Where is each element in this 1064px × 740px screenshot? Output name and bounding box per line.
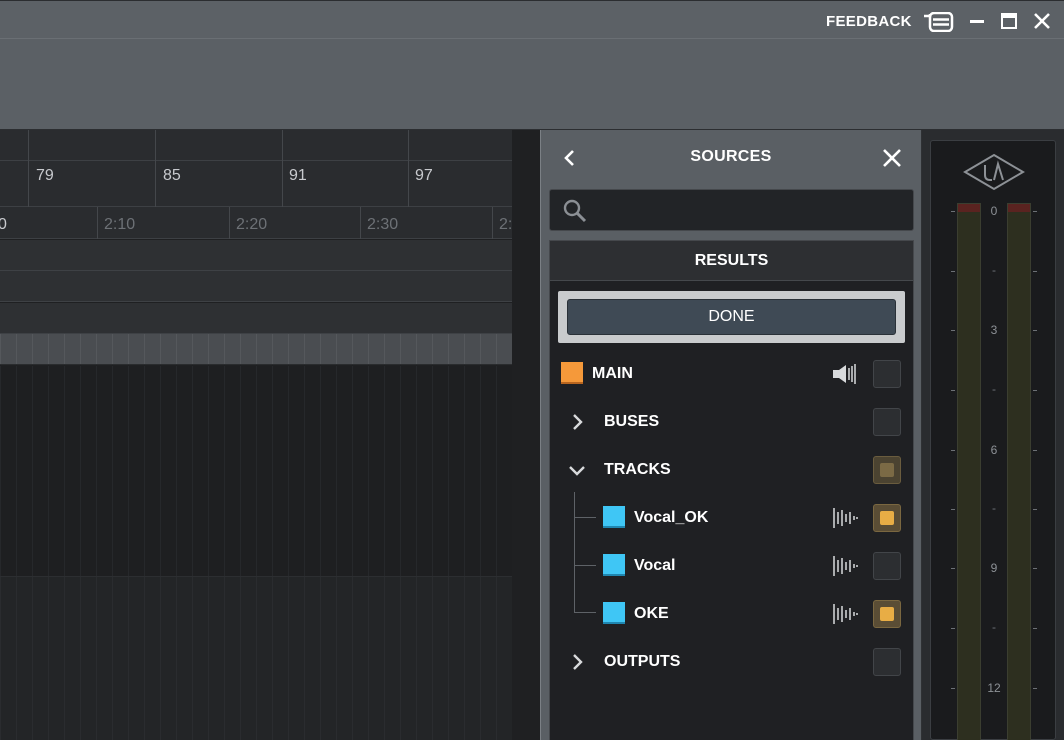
track-checkbox[interactable]	[873, 504, 901, 532]
time-label: 2:20	[236, 216, 268, 233]
ua-logo-icon	[963, 153, 1025, 191]
source-row-outputs[interactable]: OUTPUTS	[550, 638, 913, 686]
done-button[interactable]: DONE	[567, 299, 896, 335]
ruler-bars[interactable]	[0, 161, 512, 207]
meter-channel-left	[957, 203, 981, 740]
search-icon	[563, 199, 587, 223]
chevron-right-icon[interactable]	[568, 652, 586, 672]
meter-scale-label: 9	[990, 561, 998, 575]
waveform-icon	[833, 556, 858, 576]
results-header: RESULTS	[550, 241, 913, 281]
level-meter: 0 3 6 9 12 - - - -	[930, 140, 1056, 740]
source-label: MAIN	[592, 365, 633, 382]
speaker-icon	[833, 364, 856, 384]
panel-title: SOURCES	[690, 148, 772, 165]
maximize-icon[interactable]	[998, 10, 1020, 32]
meter-scale-label: 6	[990, 443, 998, 457]
source-row-buses[interactable]: BUSES	[550, 398, 913, 446]
source-label: OUTPUTS	[604, 653, 681, 670]
minimize-icon[interactable]	[966, 10, 988, 32]
source-label: TRACKS	[604, 461, 671, 478]
track-checkbox[interactable]	[873, 552, 901, 580]
track-label: Vocal	[634, 557, 676, 574]
outputs-checkbox[interactable]	[873, 648, 901, 676]
buses-checkbox[interactable]	[873, 408, 901, 436]
close-window-icon[interactable]	[1031, 10, 1053, 32]
track-row[interactable]: OKE	[550, 590, 913, 638]
chevron-right-icon[interactable]	[568, 412, 586, 432]
grid-lane[interactable]	[0, 334, 512, 365]
search-box	[549, 189, 914, 231]
track-checkbox[interactable]	[873, 600, 901, 628]
track-label: OKE	[634, 605, 669, 622]
feedback-link[interactable]: FEEDBACK	[826, 13, 912, 30]
track-label: Vocal_OK	[634, 509, 709, 526]
bar-number: 97	[415, 167, 433, 184]
app-window: FEEDBACK 79 85 91 97 0 2:10 2:20 2:30 2:…	[0, 0, 1064, 740]
feedback-icon[interactable]	[922, 12, 954, 32]
source-label: BUSES	[604, 413, 660, 430]
toolbar	[0, 38, 1064, 130]
track-row[interactable]: Vocal_OK	[550, 494, 913, 542]
bar-number: 91	[289, 167, 307, 184]
waveform-icon	[833, 604, 858, 624]
time-label: 2:10	[104, 216, 136, 233]
color-swatch	[603, 554, 625, 576]
close-icon[interactable]	[879, 145, 905, 171]
timeline: 79 85 91 97 0 2:10 2:20 2:30 2:	[0, 130, 512, 740]
divider	[512, 130, 540, 740]
time-label: 2:30	[367, 216, 399, 233]
meter-scale-label: 12	[987, 681, 1001, 695]
waveform-icon	[833, 508, 858, 528]
track-area-lower[interactable]	[0, 576, 512, 740]
meter-scale-label: 3	[990, 323, 998, 337]
meter-scale-label: 0	[990, 204, 998, 218]
tracks-checkbox[interactable]	[873, 456, 901, 484]
search-input[interactable]	[596, 190, 906, 230]
timeline-lane[interactable]	[0, 271, 512, 302]
meter-channel-right	[1007, 203, 1031, 740]
track-row[interactable]: Vocal	[550, 542, 913, 590]
timeline-lane[interactable]	[0, 240, 512, 271]
ruler-marker-lane[interactable]	[0, 130, 512, 161]
title-bar: FEEDBACK	[0, 0, 1064, 38]
sources-panel: SOURCES RESULTS DONE MAIN BUSES TRACKS V…	[540, 130, 922, 740]
results-list: RESULTS DONE MAIN BUSES TRACKS Vocal_OK …	[549, 240, 914, 740]
source-row-tracks[interactable]: TRACKS	[550, 446, 913, 494]
bar-number: 85	[163, 167, 181, 184]
chevron-down-icon[interactable]	[568, 460, 586, 480]
timeline-lane[interactable]	[0, 303, 512, 334]
color-swatch	[603, 602, 625, 624]
time-label: 2:	[499, 216, 513, 233]
done-frame: DONE	[558, 291, 905, 343]
source-row-main[interactable]: MAIN	[550, 350, 913, 398]
bar-number: 79	[36, 167, 54, 184]
main-checkbox[interactable]	[873, 360, 901, 388]
time-label: 0	[0, 216, 7, 233]
color-swatch	[561, 362, 583, 384]
color-swatch	[603, 506, 625, 528]
